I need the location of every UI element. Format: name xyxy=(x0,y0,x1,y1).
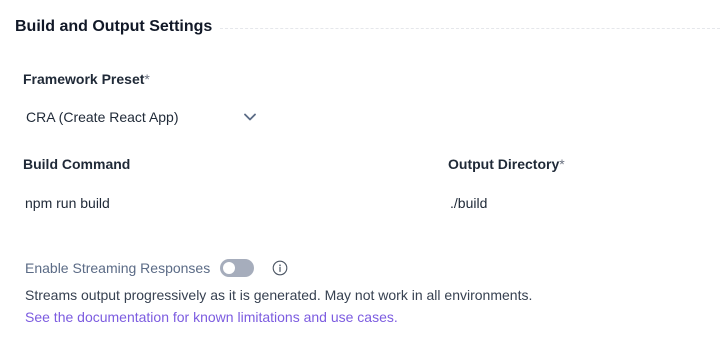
output-directory-input[interactable] xyxy=(450,192,700,214)
section-divider xyxy=(220,27,720,29)
streaming-label: Enable Streaming Responses xyxy=(25,260,211,276)
output-directory-label: Output Directory* xyxy=(448,156,565,172)
required-mark: * xyxy=(144,71,150,87)
toggle-knob xyxy=(223,262,236,274)
streaming-toggle-row: Enable Streaming Responses xyxy=(25,257,288,279)
streaming-description: Streams output progressively as it is ge… xyxy=(25,287,533,303)
framework-preset-label-text: Framework Preset xyxy=(23,71,145,87)
streaming-toggle[interactable] xyxy=(220,259,255,277)
build-command-label-text: Build Command xyxy=(23,156,131,172)
build-command-input[interactable] xyxy=(25,192,405,214)
build-command-label: Build Command xyxy=(23,156,130,172)
output-directory-label-text: Output Directory xyxy=(448,156,560,172)
documentation-link[interactable]: See the documentation for known limitati… xyxy=(25,309,398,325)
info-icon[interactable] xyxy=(272,260,288,276)
framework-preset-value: CRA (Create React App) xyxy=(26,109,179,125)
section-header: Build and Output Settings xyxy=(15,16,720,38)
framework-preset-select[interactable]: CRA (Create React App) xyxy=(26,105,261,129)
required-mark: * xyxy=(559,156,565,172)
section-title: Build and Output Settings xyxy=(15,18,213,35)
chevron-down-icon xyxy=(243,110,257,124)
framework-preset-label: Framework Preset* xyxy=(23,71,150,87)
